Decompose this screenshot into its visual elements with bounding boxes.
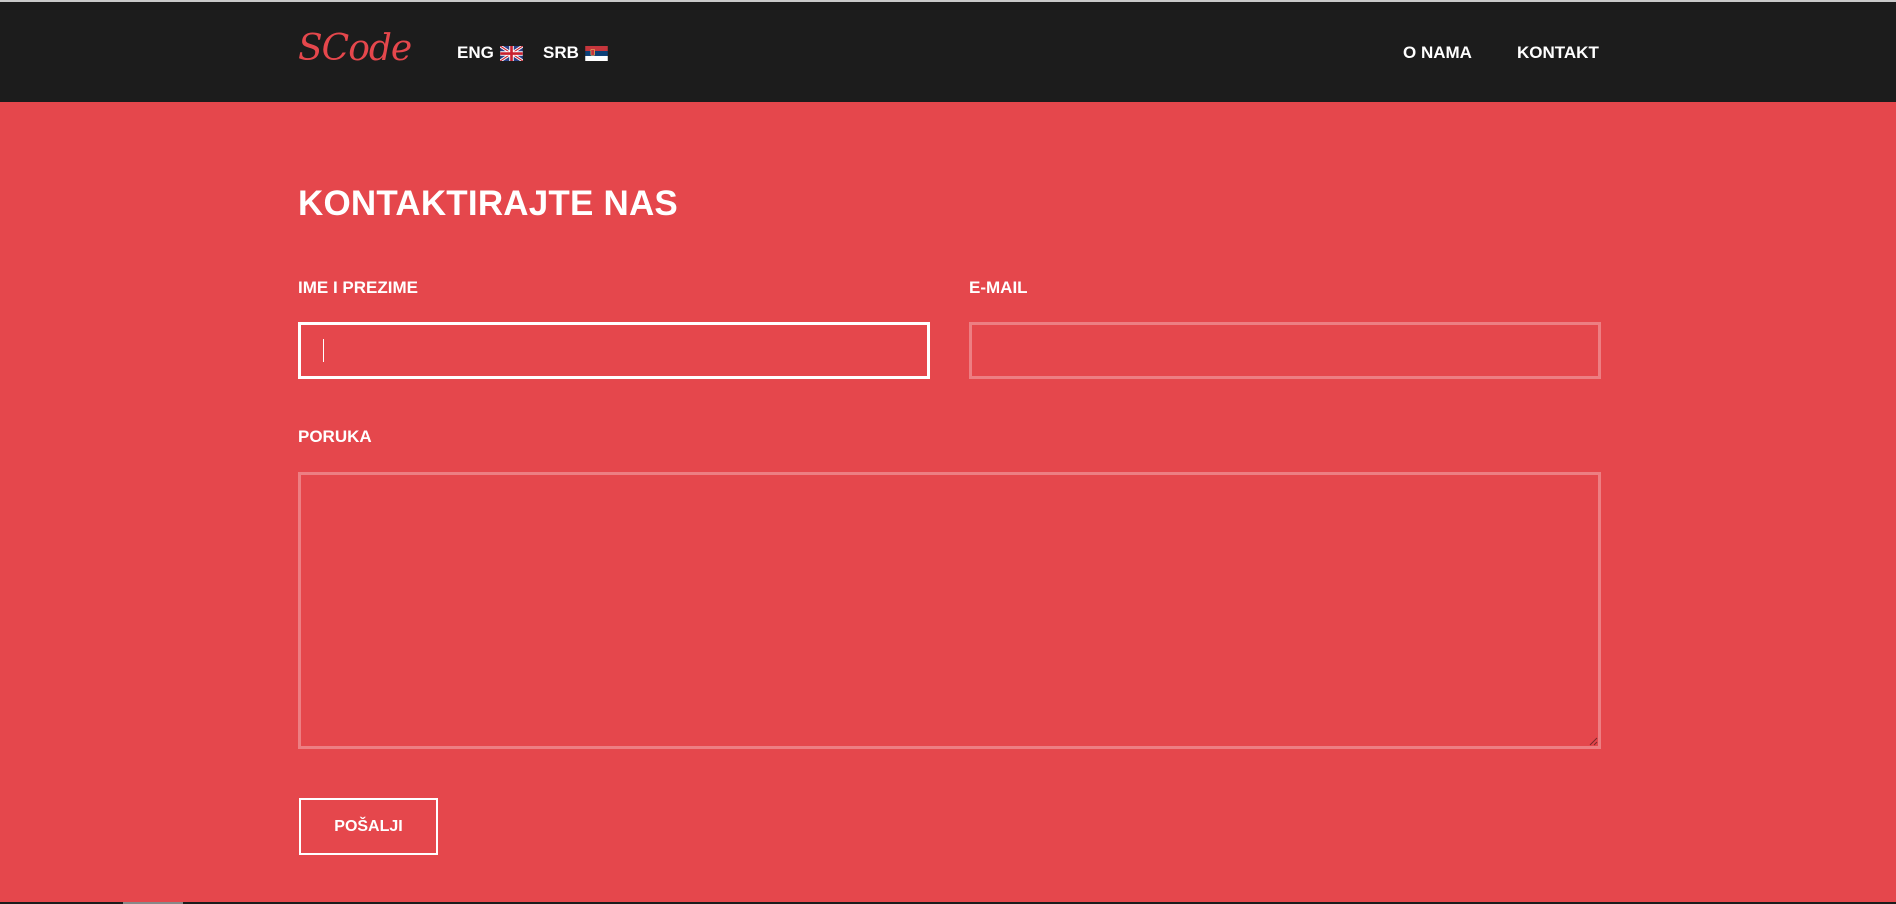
message-label: PORUKA [298,427,372,446]
language-srb-label: SRB [543,43,579,62]
resize-grip-icon[interactable] [1588,736,1598,746]
top-navbar: SCode ENG SRB O NAMA KONTAKT [0,2,1896,102]
name-label: IME I PREZIME [298,278,418,297]
text-cursor [323,339,324,362]
language-srb[interactable]: SRB [543,43,608,63]
logo[interactable]: SCode [298,28,412,69]
language-eng[interactable]: ENG [457,43,523,63]
send-button[interactable]: POŠALJI [299,798,438,855]
page-title: KONTAKTIRAJTE NAS [298,184,678,223]
uk-flag-icon [499,45,523,61]
nav-contact-link[interactable]: KONTAKT [1517,43,1599,63]
serbia-flag-icon [585,45,608,61]
language-eng-label: ENG [457,43,494,62]
message-textarea[interactable] [298,472,1601,749]
nav-about-link[interactable]: O NAMA [1403,43,1472,63]
name-field[interactable] [298,322,930,379]
email-label: E-MAIL [969,278,1028,297]
email-field[interactable] [969,322,1601,379]
